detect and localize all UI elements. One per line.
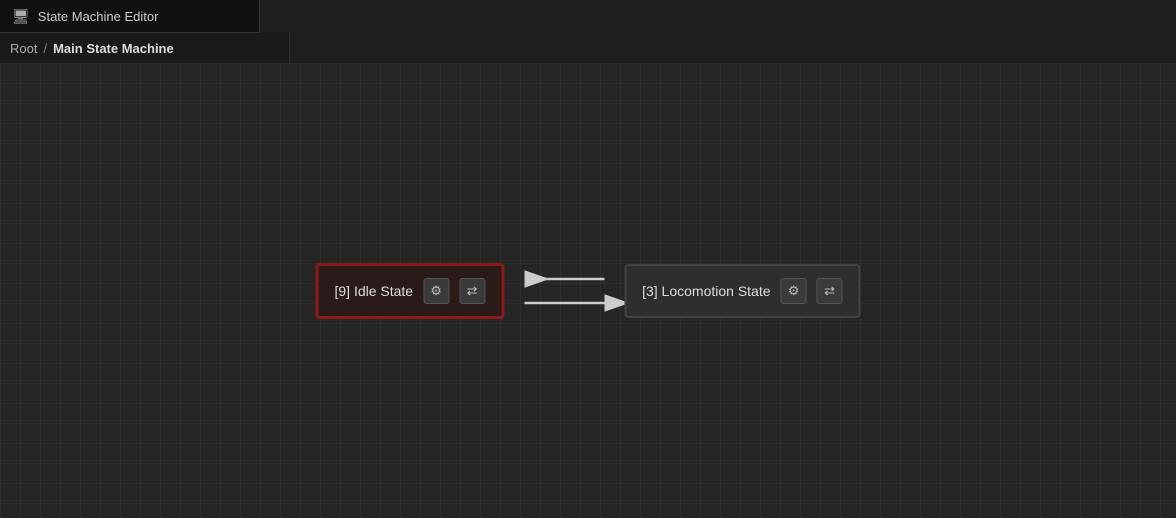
breadcrumb-root[interactable]: Root (10, 41, 37, 56)
breadcrumb-current[interactable]: Main State Machine (53, 41, 174, 56)
arrows-container (504, 251, 624, 331)
breadcrumb-separator: / (43, 41, 47, 56)
title-bar: 🖥 State Machine Editor (0, 0, 260, 33)
gear-icon: ⚙ (788, 283, 800, 299)
locomotion-state-gear-button[interactable]: ⚙ (781, 278, 807, 304)
app-title: State Machine Editor (38, 9, 159, 24)
nodes-area: [9] Idle State ⚙ ⇄ (315, 251, 860, 331)
idle-state-swap-button[interactable]: ⇄ (459, 278, 485, 304)
idle-state-gear-button[interactable]: ⚙ (423, 278, 449, 304)
swap-icon: ⇄ (467, 283, 478, 299)
monitor-icon: 🖥 (12, 8, 30, 25)
canvas: [9] Idle State ⚙ ⇄ (0, 63, 1176, 518)
idle-state-label: [9] Idle State (334, 283, 413, 299)
locomotion-state-node[interactable]: [3] Locomotion State ⚙ ⇄ (624, 264, 860, 318)
swap-icon: ⇄ (824, 283, 835, 299)
idle-state-node[interactable]: [9] Idle State ⚙ ⇄ (315, 263, 504, 319)
breadcrumb-bar: Root / Main State Machine (0, 33, 290, 63)
gear-icon: ⚙ (430, 283, 442, 299)
locomotion-state-label: [3] Locomotion State (642, 283, 770, 299)
transition-arrows (504, 251, 624, 331)
locomotion-state-swap-button[interactable]: ⇄ (817, 278, 843, 304)
